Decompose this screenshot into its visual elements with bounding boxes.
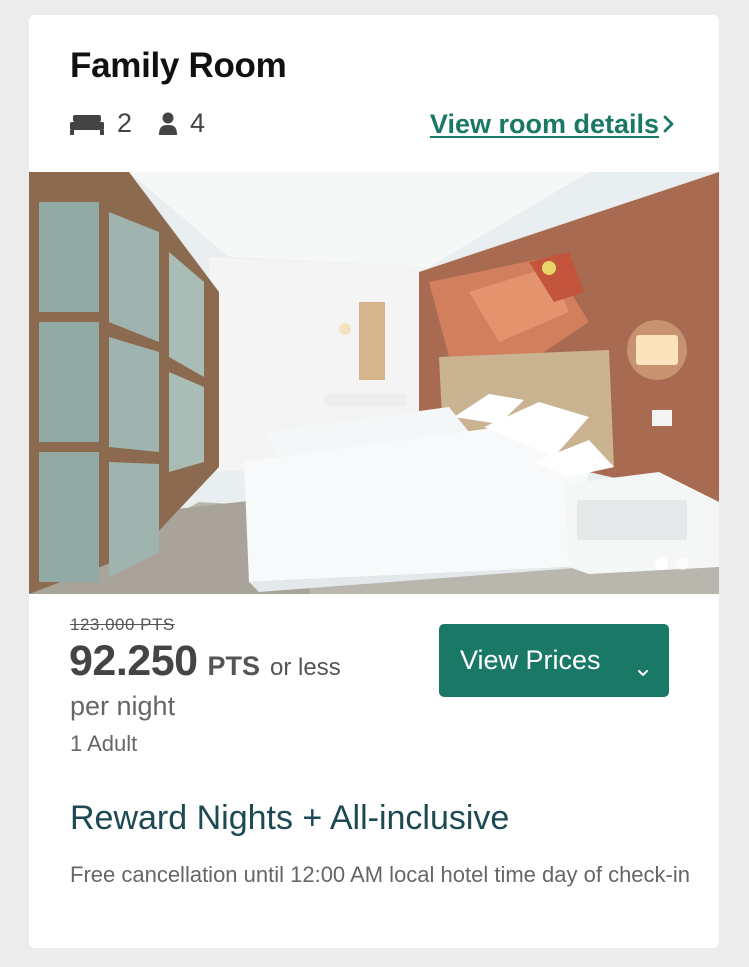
view-room-details-link[interactable]: View room details	[430, 109, 675, 140]
price-row: 92.250 PTS or less	[69, 637, 341, 686]
occupancy-label: 1 Adult	[70, 731, 138, 756]
price-qualifier: or less	[270, 654, 341, 681]
price-currency: PTS	[207, 651, 261, 681]
room-title: Family Room	[70, 46, 287, 85]
rate-name: Reward Nights + All-inclusive	[70, 799, 510, 837]
room-photo-illustration	[29, 172, 719, 594]
guests-amenity: 4	[158, 108, 205, 139]
person-icon	[158, 112, 178, 136]
view-prices-button[interactable]: View Prices	[439, 624, 669, 697]
bed-icon	[69, 112, 105, 136]
per-night-label: per night	[70, 691, 176, 721]
chevron-right-icon	[663, 109, 675, 140]
room-card: Family Room 2 4 View room details 123.00…	[29, 15, 719, 948]
view-prices-label: View Prices	[460, 645, 601, 675]
view-room-details-label: View room details	[429, 109, 659, 139]
guests-capacity: 4	[190, 108, 206, 138]
room-amenities: 2 4	[69, 108, 231, 139]
room-photo[interactable]	[29, 172, 719, 594]
gallery-dot-1[interactable]	[655, 557, 668, 570]
gallery-pagination	[655, 557, 689, 570]
beds-amenity: 2	[69, 108, 132, 139]
cancellation-policy: Free cancellation until 12:00 AM local h…	[70, 862, 690, 887]
current-price: 92.250	[69, 637, 198, 685]
gallery-dot-2[interactable]	[676, 557, 689, 570]
original-price: 123.000 PTS	[70, 615, 175, 634]
chevron-down-icon	[637, 654, 649, 685]
beds-count: 2	[117, 108, 133, 138]
